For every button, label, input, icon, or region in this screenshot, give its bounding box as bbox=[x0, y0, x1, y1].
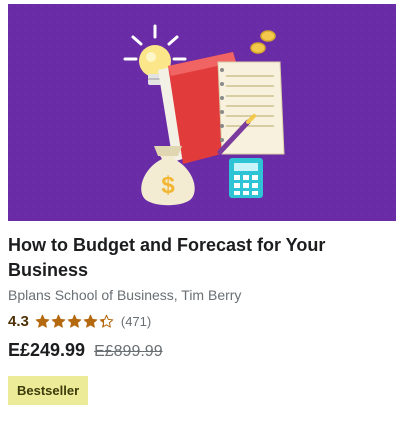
star-icon bbox=[99, 314, 114, 328]
course-authors: Bplans School of Business, Tim Berry bbox=[8, 287, 242, 303]
rating-count: (471) bbox=[120, 313, 152, 329]
star-icon bbox=[35, 314, 50, 328]
bestseller-badge: Bestseller bbox=[8, 376, 89, 405]
course-title[interactable]: How to Budget and Forecast for Your Busi… bbox=[8, 233, 388, 283]
original-price: E£899.99 bbox=[94, 343, 163, 360]
svg-text:$: $ bbox=[161, 172, 175, 199]
course-thumbnail[interactable]: $ bbox=[8, 4, 396, 221]
rating-row: 4.3 (471) bbox=[8, 311, 151, 331]
price-row: E£249.99 E£899.99 bbox=[8, 340, 163, 361]
star-icon bbox=[51, 314, 66, 328]
current-price: E£249.99 bbox=[8, 340, 86, 360]
star-icon bbox=[83, 314, 98, 328]
course-card[interactable]: $ How to Budget and Forecast for Your Bu… bbox=[0, 0, 402, 426]
calculator-icon bbox=[229, 158, 263, 198]
star-icon bbox=[67, 314, 82, 328]
rating-value: 4.3 bbox=[8, 312, 29, 330]
star-rating bbox=[35, 314, 115, 329]
